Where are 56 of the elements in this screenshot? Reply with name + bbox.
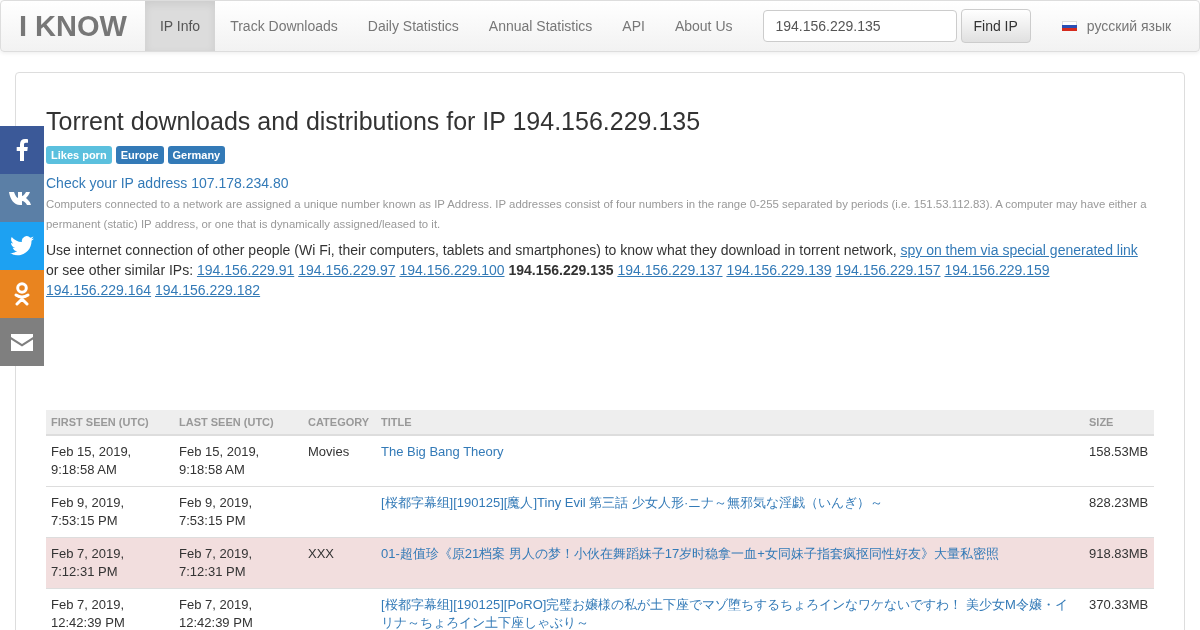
column-header: LAST SEEN (UTC) <box>174 410 303 435</box>
column-header: CATEGORY <box>303 410 376 435</box>
description-text: Computers connected to a network are assigned a unique number known as IP Address. IP addresses consist of four numbers in the range 0-255 separated by periods (i.e. 151.53.112.83). A computer may have either a permanent (static) IP address, or one that is dynamically assigned/leased to it. <box>46 197 1148 232</box>
share-button[interactable] <box>0 318 44 366</box>
nav-tab[interactable]: Track Downloads <box>215 1 353 51</box>
check-ip-link[interactable]: Check your IP address 107.178.234.80 <box>46 175 289 191</box>
nav-tab[interactable]: About Us <box>659 1 748 51</box>
tag-label: Europe <box>115 146 164 164</box>
current-ip: 194.156.229.135 <box>508 262 614 278</box>
ip-link[interactable]: 194.156.229.137 <box>617 262 723 278</box>
ip-link[interactable]: 194.156.229.139 <box>726 262 832 278</box>
nav-tab[interactable]: API <box>607 1 660 51</box>
column-header: SIZE <box>1084 410 1154 435</box>
ip-link[interactable]: 194.156.229.157 <box>835 262 941 278</box>
table-cell: Feb 15, 2019, 9:18:58 AM <box>174 435 303 487</box>
tag-label: Germany <box>167 146 226 164</box>
page-heading: Torrent downloads and distributions for IP 194.156.229.135 <box>46 107 702 136</box>
table-cell: Feb 7, 2019, 7:12:31 PM <box>174 537 303 589</box>
column-header: TITLE <box>376 410 1084 435</box>
torrent-title-link[interactable]: [桜都字幕组][190125][PoRO]完璧お嬢様の私が土下座でマゾ堕ちするちょろインなワケないですわ！ 美少女M令嬢・イリナ～ちょろイン土下座しゃぶり～ <box>381 596 1079 630</box>
bird-icon <box>10 236 34 256</box>
nav-tab[interactable]: Daily Statistics <box>352 1 474 51</box>
table-cell: Feb 7, 2019, 12:42:39 PM <box>46 588 174 630</box>
similar-ips-paragraph: Use internet connection of other people (Wi Fi, their computers, tablets and smartphones) to know what they download in torrent network, spy on them via special generated link or see other similar IPs: 194.156.229.91 194.156.229.97 194.156.229.100 194.156.229.135 194.156.229.137 194.156.229.139 194.156.229.157 194.156.229.159 194.156.229.164 194.156.229.182 <box>46 241 1139 300</box>
envelope-icon <box>11 333 33 351</box>
tag-label: Likes porn <box>46 146 112 164</box>
table-cell: Movies <box>308 444 350 459</box>
table-cell: XXX <box>308 546 334 561</box>
table-cell: 158.53MB <box>1084 435 1154 487</box>
ip-link[interactable]: 194.156.229.100 <box>399 262 505 278</box>
share-button[interactable] <box>0 174 44 222</box>
table-cell: 918.83MB <box>1084 537 1154 589</box>
table-cell: 370.33MB <box>1084 588 1154 630</box>
torrent-title-link[interactable]: [桜都字幕组][190125][魔人]Tiny Evil 第三話 少女人形·ニナ～無邪気な淫戯（いんぎ）～ <box>381 494 1079 512</box>
site-logo[interactable]: I KNOW <box>1 9 145 43</box>
flag-icon <box>1061 20 1077 32</box>
ip-link[interactable]: 194.156.229.159 <box>944 262 1050 278</box>
torrent-title-link[interactable]: The Big Bang Theory <box>381 443 1079 461</box>
nav-tab[interactable]: Annual Statistics <box>473 1 608 51</box>
ip-link[interactable]: 194.156.229.97 <box>298 262 396 278</box>
column-header: FIRST SEEN (UTC) <box>46 410 174 435</box>
ip-link[interactable]: 194.156.229.182 <box>155 282 261 298</box>
figure-icon <box>14 282 30 306</box>
share-button[interactable] <box>0 126 44 174</box>
table-cell: Feb 7, 2019, 12:42:39 PM <box>174 588 303 630</box>
table-cell: Feb 15, 2019, 9:18:58 AM <box>46 435 174 487</box>
letter-f-icon <box>15 139 29 161</box>
nav-tab[interactable]: IP Info <box>144 1 216 51</box>
ip-search-field[interactable]: 194.156.229.135 <box>762 10 957 42</box>
table-cell: Feb 7, 2019, 7:12:31 PM <box>46 537 174 589</box>
share-button[interactable] <box>0 222 44 270</box>
find-ip-button[interactable]: Find IP <box>960 9 1031 43</box>
spy-link[interactable]: spy on them via special generated link <box>900 242 1138 258</box>
language-link[interactable]: русский язык <box>1061 18 1172 34</box>
ip-link[interactable]: 194.156.229.91 <box>196 262 295 278</box>
ip-link[interactable]: 194.156.229.164 <box>46 282 152 298</box>
